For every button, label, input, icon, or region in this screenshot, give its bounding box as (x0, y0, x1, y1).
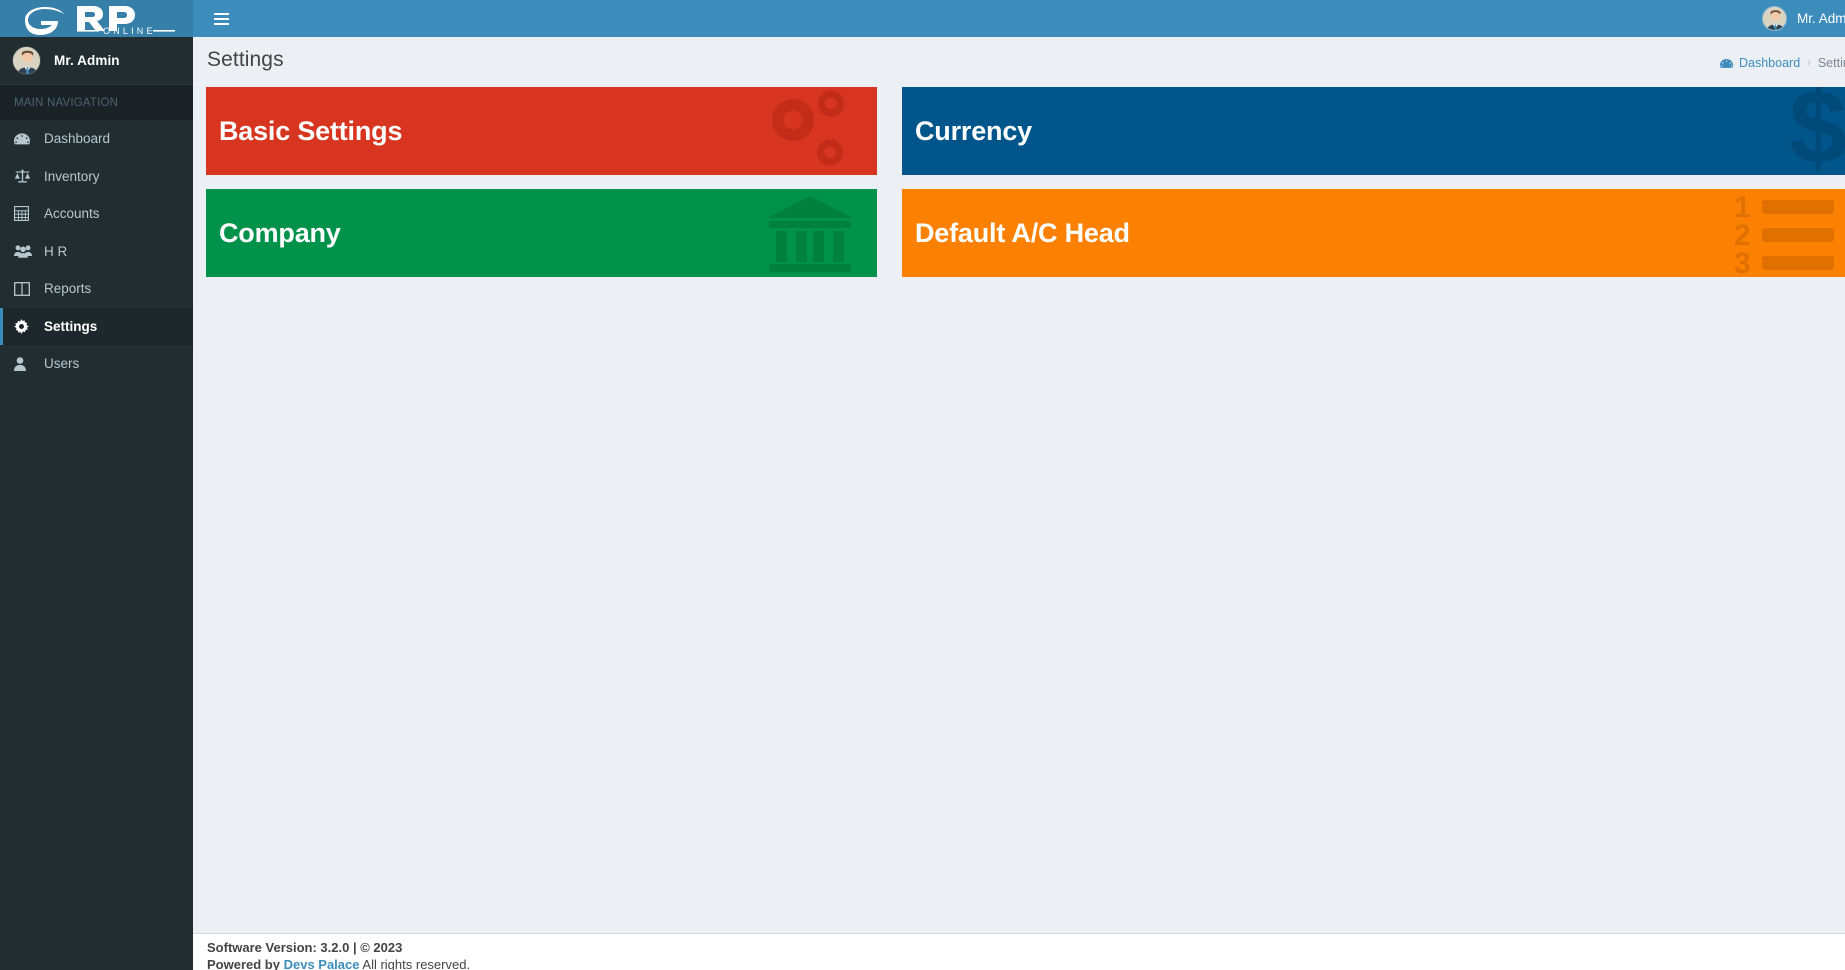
breadcrumb-current: Settings (1817, 56, 1845, 70)
top-header-bar: Mr. Admin (193, 0, 1845, 37)
footer-powered-line: Powered by Devs Palace All rights reserv… (207, 956, 1831, 970)
svg-text:2: 2 (1734, 219, 1751, 252)
erp-online-logo-icon: ONLINE (24, 5, 175, 36)
card-title: Default A/C Head (915, 217, 1130, 248)
sidebar-item-label: Dashboard (44, 131, 111, 147)
dollar-sign-icon: $ (1783, 87, 1845, 175)
svg-text:ONLINE: ONLINE (103, 26, 156, 36)
user-photo-icon (1762, 7, 1786, 30)
settings-card-basic-settings[interactable]: Basic Settings (206, 87, 877, 175)
header-user-menu[interactable]: Mr. Admin (1761, 0, 1845, 37)
sidebar-item-settings[interactable]: Settings (0, 307, 193, 345)
sidebar-user-panel[interactable]: Mr. Admin (0, 37, 193, 85)
sidebar-item-users[interactable]: Users (0, 345, 193, 383)
settings-card-default-ac-head[interactable]: Default A/C Head 1 2 3 (902, 189, 1845, 277)
card-row: Company Default A/C Head 1 2 3 (206, 189, 1845, 277)
sidebar-item-inventory[interactable]: Inventory (0, 158, 193, 196)
sidebar-item-hr[interactable]: H R (0, 233, 193, 271)
sidebar: ONLINE Mr. Admin MAIN NAVIGATION Dashboa… (0, 0, 193, 970)
sidebar-item-label: Users (44, 356, 80, 372)
page-title: Settings (207, 48, 284, 71)
settings-card-grid: Basic Settings Currency $ Company Defaul… (193, 87, 1845, 291)
sidebar-item-label: H R (44, 243, 68, 259)
gear-icon (14, 317, 34, 335)
bank-icon (765, 189, 855, 277)
footer-version-line: Software Version: 3.2.0 | © 2023 (207, 939, 1831, 956)
users-group-icon (14, 242, 34, 260)
avatar (12, 46, 41, 75)
columns-icon (14, 280, 34, 298)
sidebar-item-label: Accounts (44, 206, 100, 222)
card-title: Currency (915, 115, 1032, 146)
gears-icon (761, 87, 853, 175)
sidebar-item-accounts[interactable]: Accounts (0, 195, 193, 233)
sidebar-item-label: Inventory (44, 168, 100, 184)
settings-card-currency[interactable]: Currency $ (902, 87, 1845, 175)
footer-version-text: Software Version: 3.2.0 | © 2023 (207, 940, 403, 955)
main-content: Settings Dashboard › Settings Basic Sett… (193, 37, 1845, 933)
card-title: Basic Settings (219, 115, 403, 146)
avatar (1761, 6, 1787, 31)
card-title: Company (219, 217, 341, 248)
footer: Software Version: 3.2.0 | © 2023 Powered… (193, 933, 1845, 970)
user-photo-icon (13, 47, 40, 74)
balance-scale-icon (14, 167, 34, 185)
brand-logo[interactable]: ONLINE (0, 0, 193, 37)
content-header: Settings Dashboard › Settings (193, 37, 1845, 87)
svg-text:1: 1 (1734, 192, 1751, 224)
sidebar-user-name: Mr. Admin (54, 53, 120, 68)
footer-powered-link[interactable]: Devs Palace (284, 957, 360, 970)
breadcrumb: Dashboard › Settings (1720, 56, 1845, 70)
breadcrumb-separator: › (1807, 57, 1811, 69)
card-row: Basic Settings Currency $ (206, 87, 1845, 175)
hamburger-icon (213, 10, 229, 28)
hamburger-menu-toggle[interactable] (204, 0, 238, 37)
svg-text:3: 3 (1734, 247, 1751, 274)
footer-powered-prefix: Powered by (207, 957, 280, 970)
numbered-list-icon: 1 2 3 (1732, 189, 1837, 277)
dashboard-icon (1720, 58, 1733, 69)
dashboard-icon (14, 130, 34, 148)
settings-card-company[interactable]: Company (206, 189, 877, 277)
calculator-icon (14, 205, 34, 223)
sidebar-item-reports[interactable]: Reports (0, 270, 193, 308)
sidebar-item-label: Reports (44, 281, 92, 297)
breadcrumb-item-dashboard[interactable]: Dashboard (1720, 56, 1800, 70)
nav-section-header: MAIN NAVIGATION (0, 85, 193, 120)
sidebar-item-dashboard[interactable]: Dashboard (0, 120, 193, 158)
user-icon (14, 355, 34, 373)
svg-text:$: $ (1789, 87, 1845, 175)
header-user-name: Mr. Admin (1796, 11, 1845, 26)
breadcrumb-label: Dashboard (1739, 56, 1801, 70)
footer-rights-text: All rights reserved. (362, 957, 471, 970)
sidebar-item-label: Settings (44, 318, 98, 334)
